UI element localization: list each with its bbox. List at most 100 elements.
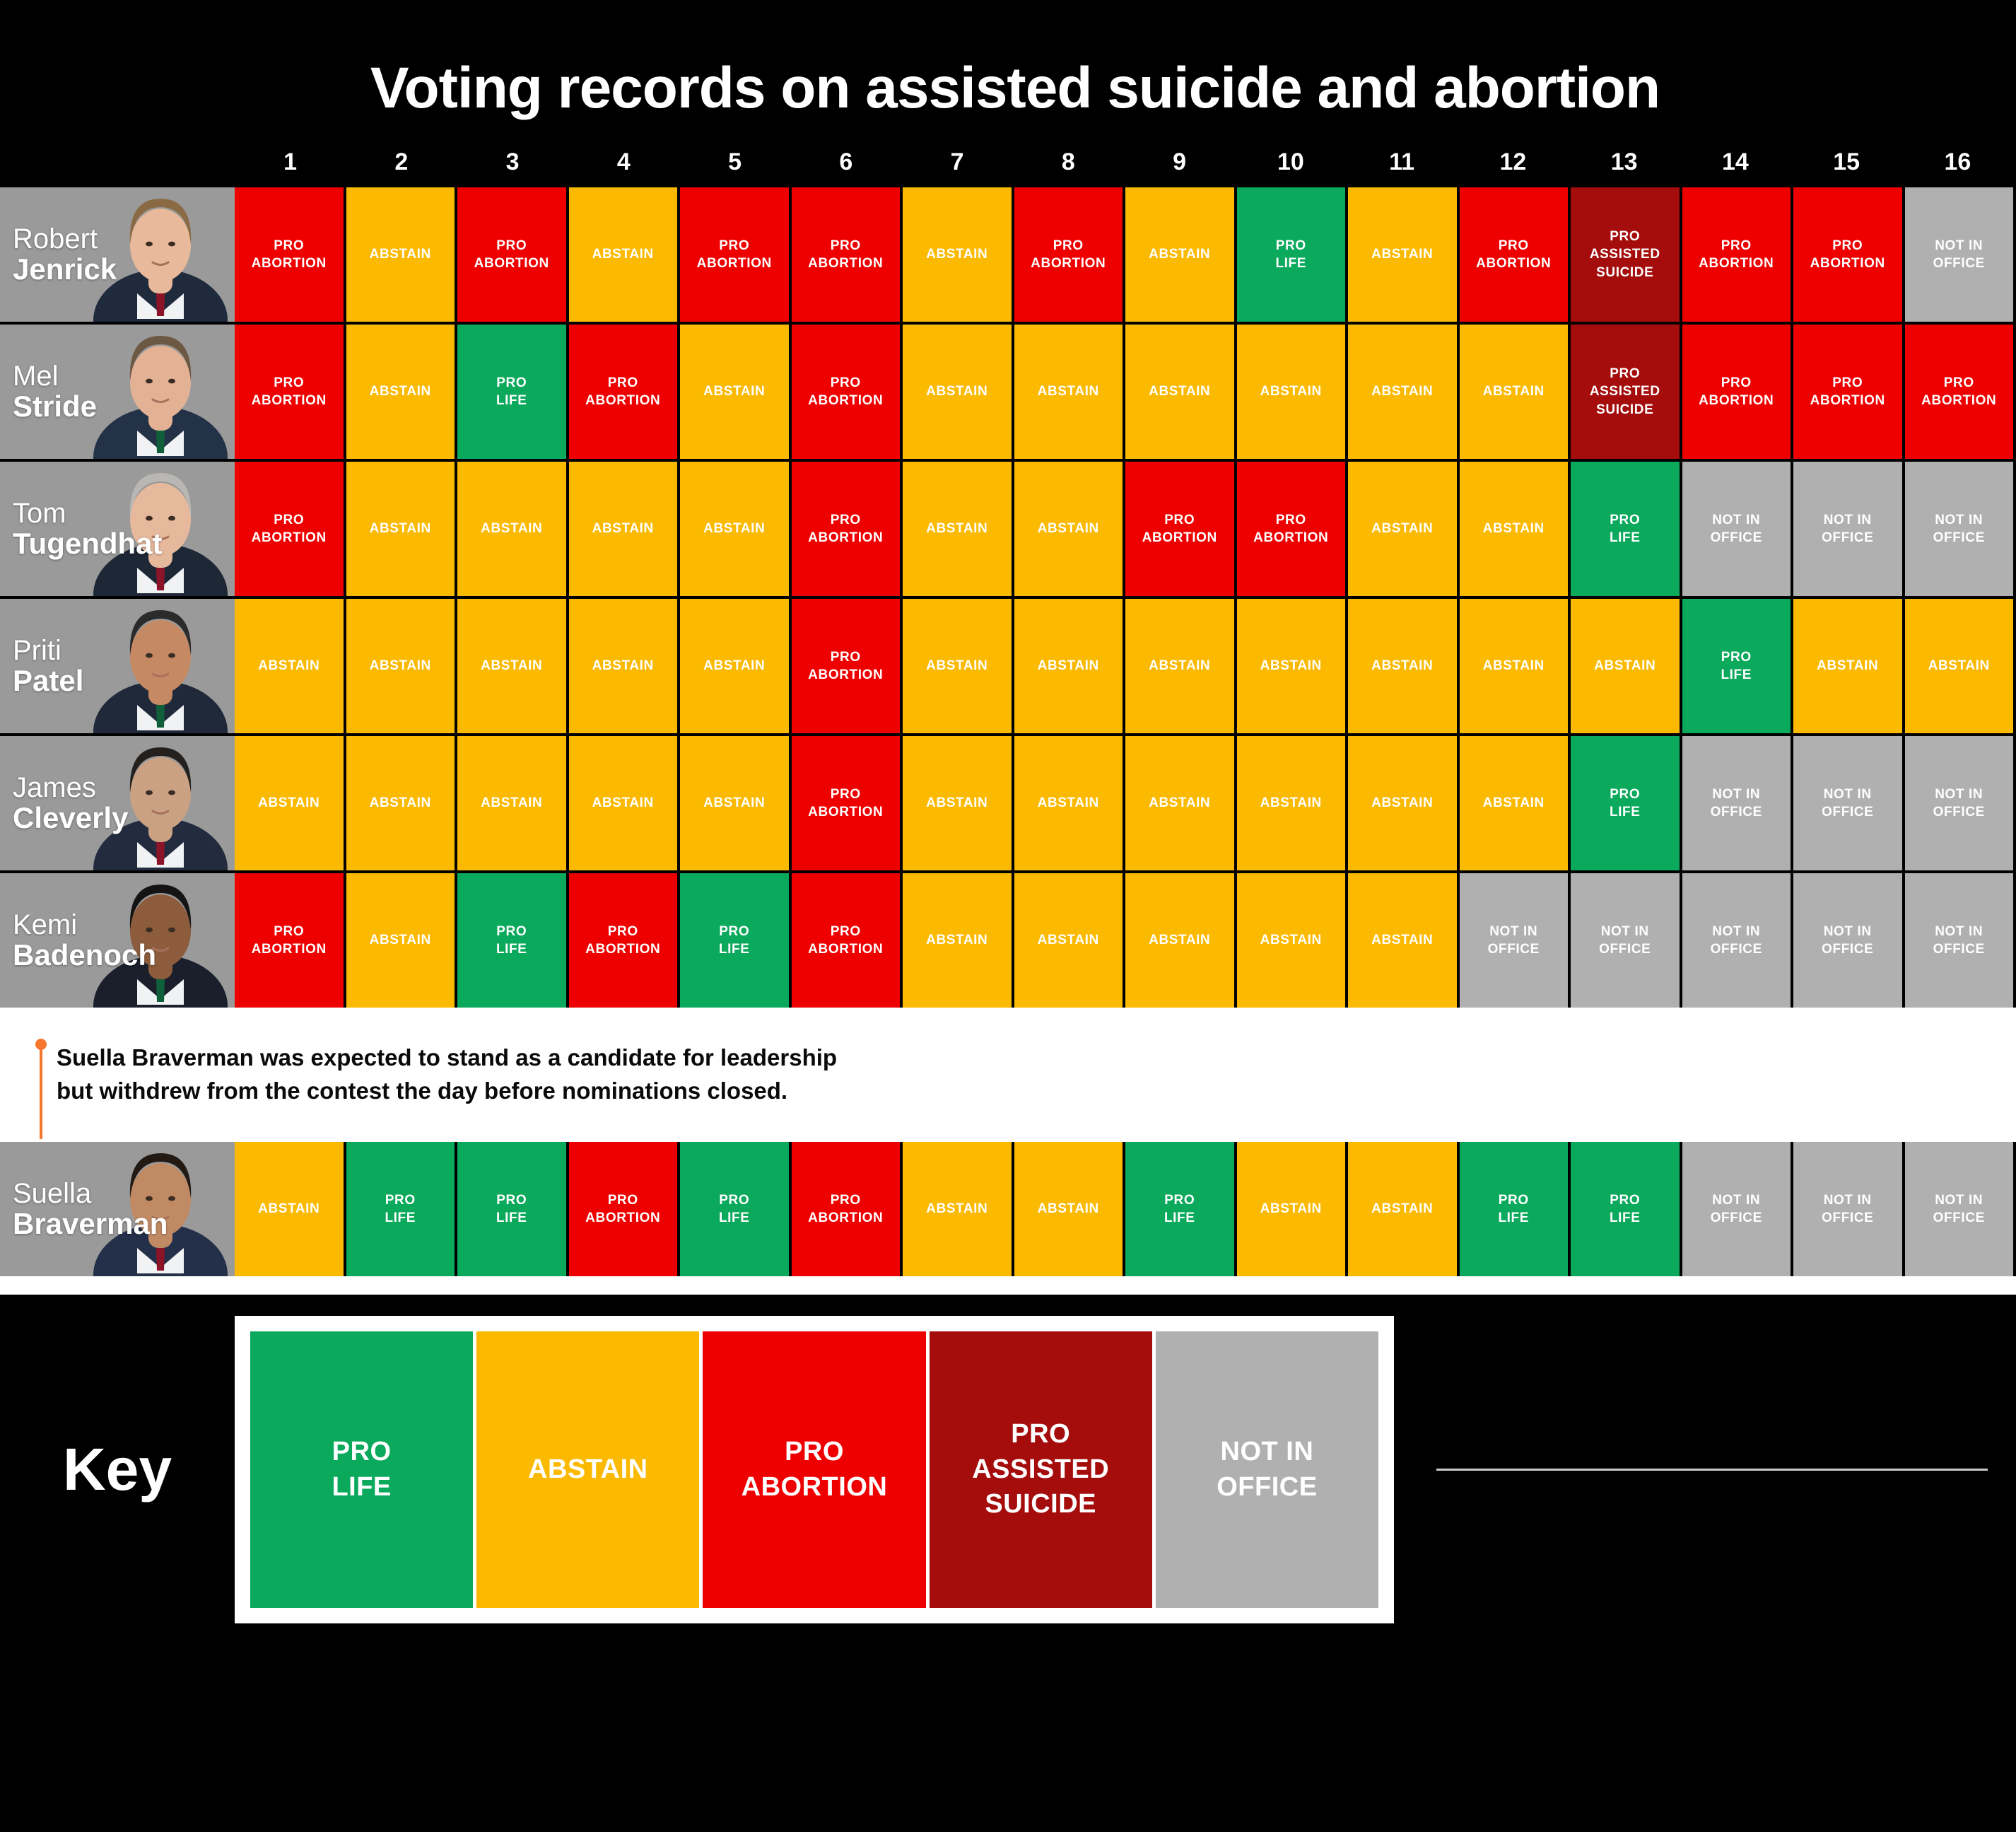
- candidate-name: James Cleverly: [0, 771, 128, 834]
- column-header-6: 6: [839, 148, 853, 175]
- vote-cell: PRO ABORTION: [1793, 325, 1902, 459]
- vote-cell: ABSTAIN: [1014, 462, 1123, 596]
- vote-cell: ABSTAIN: [903, 325, 1012, 459]
- vote-cell: ABSTAIN: [457, 599, 566, 733]
- vote-cell: ABSTAIN: [568, 736, 677, 870]
- vote-cell: ABSTAIN: [1348, 873, 1457, 1008]
- candidate-name: Robert Jenrick: [0, 223, 117, 286]
- vote-cell: ABSTAIN: [1459, 462, 1568, 596]
- vote-cell: PRO ABORTION: [680, 187, 789, 322]
- candidate-first-name: Tom: [13, 497, 66, 529]
- column-header-12: 12: [1499, 148, 1527, 175]
- vote-cell: ABSTAIN: [346, 187, 455, 322]
- vote-cell: ABSTAIN: [680, 599, 789, 733]
- candidate-name-cell: Priti Patel: [0, 599, 235, 733]
- infographic-root: Voting records on assisted suicide and a…: [0, 0, 2016, 1832]
- column-header-2: 2: [394, 148, 409, 175]
- candidate-row: Mel Stride PRO ABORTION ABSTAIN PRO LIFE PRO ABO…: [0, 325, 2016, 459]
- vote-cell: PRO ABORTION: [457, 187, 566, 322]
- annotation-line-2: but withdrew from the contest the day be…: [57, 1077, 788, 1104]
- column-header-row: 1 2 3 4 5 6 7 8 9 10 11 12 13 14 15 16: [0, 148, 2016, 187]
- candidate-name: Suella Braverman: [0, 1177, 168, 1240]
- key-item: PRO ABORTION: [703, 1331, 926, 1608]
- vote-cell: NOT IN OFFICE: [1459, 873, 1568, 1008]
- candidate-name: Kemi Badenoch: [0, 909, 156, 972]
- vote-cell: PRO LIFE: [1682, 599, 1791, 733]
- candidate-name-cell: Suella Braverman: [0, 1142, 235, 1276]
- vote-cell: ABSTAIN: [1348, 736, 1457, 870]
- vote-cell: ABSTAIN: [1125, 187, 1234, 322]
- vote-cell: NOT IN OFFICE: [1793, 736, 1902, 870]
- vote-cell: ABSTAIN: [235, 1142, 344, 1276]
- column-header-8: 8: [1061, 148, 1075, 175]
- vote-cell: ABSTAIN: [1236, 599, 1345, 733]
- candidate-name: Tom Tugendhat: [0, 498, 163, 560]
- candidate-name: Mel Stride: [0, 361, 97, 423]
- vote-cell: ABSTAIN: [1236, 736, 1345, 870]
- vote-cell: ABSTAIN: [1348, 325, 1457, 459]
- candidate-name: Priti Patel: [0, 634, 83, 697]
- vote-cell: NOT IN OFFICE: [1682, 736, 1791, 870]
- candidate-last-name: Jenrick: [13, 252, 117, 286]
- vote-cell: PRO LIFE: [346, 1142, 455, 1276]
- column-header-13: 13: [1610, 148, 1638, 175]
- key-item: PRO ASSISTED SUICIDE: [929, 1331, 1152, 1608]
- column-header-1: 1: [283, 148, 298, 175]
- vote-cell: PRO ABORTION: [1459, 187, 1568, 322]
- column-header-15: 15: [1833, 148, 1860, 175]
- key-item: PRO LIFE: [250, 1331, 474, 1608]
- vote-cell: PRO ABORTION: [235, 462, 344, 596]
- vote-cell: PRO LIFE: [680, 1142, 789, 1276]
- vote-cell: PRO ABORTION: [235, 187, 344, 322]
- vote-cell: ABSTAIN: [903, 599, 1012, 733]
- candidate-last-name: Braverman: [13, 1206, 168, 1240]
- vote-cell: ABSTAIN: [903, 462, 1012, 596]
- vote-cell: PRO LIFE: [680, 873, 789, 1008]
- column-header-9: 9: [1173, 148, 1187, 175]
- vote-cell: ABSTAIN: [1459, 325, 1568, 459]
- vote-cell: NOT IN OFFICE: [1682, 873, 1791, 1008]
- withdrawn-candidate-row: Suella Braverman ABSTAIN PRO LIFE PRO LIFE PRO A…: [0, 1142, 2016, 1276]
- vote-cell: PRO ABORTION: [235, 325, 344, 459]
- column-header-16: 16: [1944, 148, 1971, 175]
- vote-cell: NOT IN OFFICE: [1904, 1142, 2013, 1276]
- candidate-first-name: Kemi: [13, 909, 78, 940]
- candidate-first-name: James: [13, 771, 96, 803]
- candidate-first-name: Priti: [13, 634, 61, 666]
- candidate-name-cell: Tom Tugendhat: [0, 462, 235, 596]
- vote-cell: ABSTAIN: [1904, 599, 2013, 733]
- vote-cell: PRO ASSISTED SUICIDE: [1571, 187, 1680, 322]
- candidate-first-name: Mel: [13, 360, 59, 392]
- annotation-band: Suella Braverman was expected to stand a…: [0, 1017, 2016, 1142]
- annotation-line-1: Suella Braverman was expected to stand a…: [57, 1044, 838, 1070]
- vote-cell: ABSTAIN: [1125, 599, 1234, 733]
- vote-cell: PRO ABORTION: [1236, 462, 1345, 596]
- vote-cell: ABSTAIN: [346, 873, 455, 1008]
- vote-cell: ABSTAIN: [1348, 1142, 1457, 1276]
- vote-cell: ABSTAIN: [903, 187, 1012, 322]
- column-header-4: 4: [616, 148, 631, 175]
- vote-cell: PRO ABORTION: [568, 1142, 677, 1276]
- vote-cell: PRO LIFE: [457, 325, 566, 459]
- vote-cell: PRO ABORTION: [791, 873, 900, 1008]
- key-item: ABSTAIN: [476, 1331, 700, 1608]
- vote-cell: ABSTAIN: [346, 736, 455, 870]
- column-header-spacer: [0, 148, 235, 187]
- vote-cell: PRO LIFE: [1236, 187, 1345, 322]
- vote-cell: NOT IN OFFICE: [1571, 873, 1680, 1008]
- vote-cell: ABSTAIN: [1014, 599, 1123, 733]
- voting-grid: Robert Jenrick PRO ABORTION ABSTAIN PRO ABORTI…: [0, 187, 2016, 1008]
- vote-cell: NOT IN OFFICE: [1793, 1142, 1902, 1276]
- column-header-11: 11: [1389, 148, 1415, 175]
- candidate-first-name: Suella: [13, 1177, 92, 1209]
- candidate-row: James Cleverly ABSTAIN ABSTAIN ABSTAIN ABSTAI…: [0, 736, 2016, 870]
- vote-cell: PRO ABORTION: [791, 462, 900, 596]
- vote-cell: PRO ABORTION: [1682, 187, 1791, 322]
- vote-cell: ABSTAIN: [1348, 462, 1457, 596]
- vote-cells: ABSTAIN ABSTAIN ABSTAIN ABSTAIN ABSTAIN PRO AB…: [235, 736, 2016, 870]
- vote-cells: ABSTAIN ABSTAIN ABSTAIN ABSTAIN ABSTAIN PRO AB…: [235, 599, 2016, 733]
- candidate-row: Tom Tugendhat PRO ABORTION ABSTAIN ABSTAIN ABS…: [0, 462, 2016, 596]
- key-item: NOT IN OFFICE: [1155, 1331, 1379, 1608]
- vote-cell: ABSTAIN: [1236, 873, 1345, 1008]
- candidate-name-cell: Kemi Badenoch: [0, 873, 235, 1008]
